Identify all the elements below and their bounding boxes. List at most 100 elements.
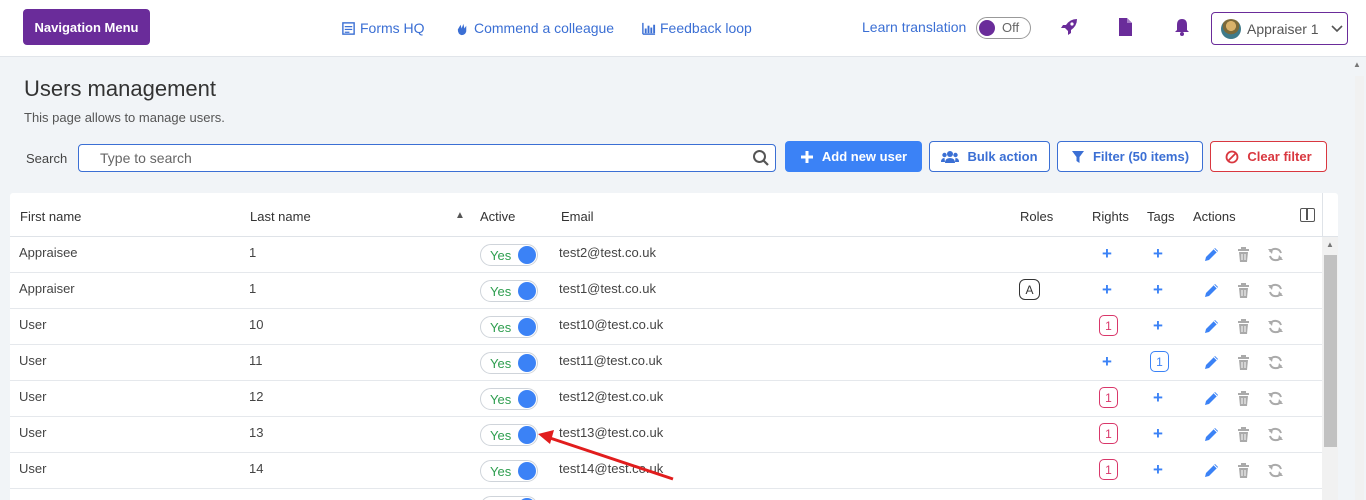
feedback-loop-label: Feedback loop — [660, 20, 752, 36]
edit-icon[interactable] — [1203, 282, 1220, 299]
add-rights-icon[interactable]: + — [1102, 280, 1112, 300]
col-active[interactable]: Active — [480, 209, 515, 224]
active-toggle-label: Yes — [490, 356, 512, 371]
table-row[interactable]: User 11 Yes test11@test.co.uk +1 — [10, 345, 1323, 381]
trash-icon[interactable] — [1235, 426, 1252, 443]
col-first-name[interactable]: First name — [20, 209, 81, 224]
learn-translation-label: Learn translation — [862, 19, 967, 35]
active-toggle-label: Yes — [490, 248, 512, 263]
chevron-down-icon — [1331, 24, 1343, 32]
cell-last-name: 10 — [249, 317, 264, 332]
translation-toggle[interactable]: Off — [976, 17, 1031, 39]
cell-email: test12@test.co.uk — [559, 389, 664, 404]
trash-icon[interactable] — [1235, 282, 1252, 299]
feedback-loop-link[interactable]: Feedback loop — [641, 18, 752, 38]
refresh-icon[interactable] — [1267, 426, 1284, 443]
edit-icon[interactable] — [1203, 246, 1220, 263]
refresh-icon[interactable] — [1267, 462, 1284, 479]
bulk-action-label: Bulk action — [967, 149, 1038, 164]
table-row[interactable]: U — [10, 489, 1323, 500]
rights-count-badge[interactable]: 1 — [1099, 423, 1118, 444]
table-scrollbar-thumb[interactable] — [1324, 255, 1337, 447]
forms-hq-link[interactable]: Forms HQ — [341, 18, 425, 38]
header-divider — [1322, 193, 1323, 237]
table-row[interactable]: Appraisee 1 Yes test2@test.co.uk + + — [10, 237, 1323, 273]
bulk-action-button[interactable]: Bulk action — [929, 141, 1050, 172]
trash-icon[interactable] — [1235, 354, 1252, 371]
cell-last-name: 13 — [249, 425, 264, 440]
add-tag-icon[interactable]: + — [1153, 388, 1163, 408]
form-icon — [342, 21, 355, 35]
add-tag-icon[interactable]: + — [1153, 424, 1163, 444]
rocket-icon[interactable] — [1058, 16, 1080, 38]
refresh-icon[interactable] — [1267, 390, 1284, 407]
refresh-icon[interactable] — [1267, 354, 1284, 371]
col-email[interactable]: Email — [561, 209, 594, 224]
col-rights[interactable]: Rights — [1092, 209, 1129, 224]
add-new-user-button[interactable]: Add new user — [785, 141, 922, 172]
refresh-icon[interactable] — [1267, 246, 1284, 263]
navigation-menu-button[interactable]: Navigation Menu — [23, 9, 150, 45]
document-icon[interactable] — [1114, 16, 1136, 38]
active-toggle[interactable]: Yes — [480, 244, 538, 266]
trash-icon[interactable] — [1235, 390, 1252, 407]
active-toggle-label: Yes — [490, 320, 512, 335]
edit-icon[interactable] — [1203, 390, 1220, 407]
table-scroll-up-arrow[interactable]: ▲ — [1326, 240, 1334, 249]
toggle-state-label: Off — [1002, 20, 1020, 35]
filter-button[interactable]: Filter (50 items) — [1057, 141, 1203, 172]
active-toggle-label: Yes — [490, 392, 512, 407]
rights-count-badge[interactable]: 1 — [1099, 459, 1118, 480]
page-scroll-up-arrow[interactable]: ▲ — [1353, 60, 1361, 69]
edit-icon[interactable] — [1203, 426, 1220, 443]
active-toggle[interactable]: Yes — [480, 388, 538, 410]
cell-last-name: 1 — [249, 245, 257, 260]
clear-filter-button[interactable]: Clear filter — [1210, 141, 1327, 172]
page-scrollbar[interactable] — [1355, 76, 1364, 500]
col-roles[interactable]: Roles — [1020, 209, 1053, 224]
columns-icon[interactable] — [1300, 208, 1315, 222]
commend-colleague-link[interactable]: Commend a colleague — [455, 18, 614, 38]
active-toggle[interactable] — [480, 496, 538, 500]
refresh-icon[interactable] — [1267, 282, 1284, 299]
active-toggle[interactable]: Yes — [480, 280, 538, 302]
refresh-icon[interactable] — [1267, 318, 1284, 335]
add-rights-icon[interactable]: + — [1102, 244, 1112, 264]
cell-last-name: 11 — [249, 353, 263, 368]
add-rights-icon[interactable]: + — [1102, 352, 1112, 372]
edit-icon[interactable] — [1203, 354, 1220, 371]
table-row[interactable]: Appraiser 1 Yes test1@test.co.uk A + + — [10, 273, 1323, 309]
tags-count-badge[interactable]: 1 — [1150, 351, 1169, 372]
sort-ascending-icon[interactable]: ▲ — [455, 210, 465, 221]
cell-first-name: User — [19, 461, 47, 476]
trash-icon[interactable] — [1235, 318, 1252, 335]
cell-email: test2@test.co.uk — [559, 245, 657, 260]
trash-icon[interactable] — [1235, 246, 1252, 263]
bell-icon[interactable] — [1171, 16, 1193, 38]
add-tag-icon[interactable]: + — [1153, 244, 1163, 264]
role-badge[interactable]: A — [1019, 279, 1040, 300]
rights-count-badge[interactable]: 1 — [1099, 387, 1118, 408]
add-new-user-label: Add new user — [821, 149, 908, 164]
table-header: First name Last name ▲ Active Email Role… — [10, 193, 1338, 237]
add-tag-icon[interactable]: + — [1153, 280, 1163, 300]
add-tag-icon[interactable]: + — [1153, 460, 1163, 480]
active-toggle[interactable]: Yes — [480, 352, 538, 374]
search-input[interactable] — [79, 145, 739, 171]
table-row[interactable]: User 10 Yes test10@test.co.uk 1 + — [10, 309, 1323, 345]
add-tag-icon[interactable]: + — [1153, 316, 1163, 336]
top-bar: Navigation Menu Forms HQ Commend a colle… — [0, 0, 1366, 57]
edit-icon[interactable] — [1203, 462, 1220, 479]
user-menu-button[interactable]: Appraiser 1 — [1211, 12, 1348, 45]
edit-icon[interactable] — [1203, 318, 1220, 335]
col-last-name[interactable]: Last name — [250, 209, 311, 224]
col-tags[interactable]: Tags — [1147, 209, 1174, 224]
page-subtitle: This page allows to manage users. — [24, 110, 225, 125]
active-toggle[interactable]: Yes — [480, 316, 538, 338]
table-row[interactable]: User 12 Yes test12@test.co.uk 1 + — [10, 381, 1323, 417]
search-icon[interactable] — [752, 149, 770, 167]
cell-email: test10@test.co.uk — [559, 317, 664, 332]
trash-icon[interactable] — [1235, 462, 1252, 479]
toggle-knob — [518, 246, 536, 264]
rights-count-badge[interactable]: 1 — [1099, 315, 1118, 336]
